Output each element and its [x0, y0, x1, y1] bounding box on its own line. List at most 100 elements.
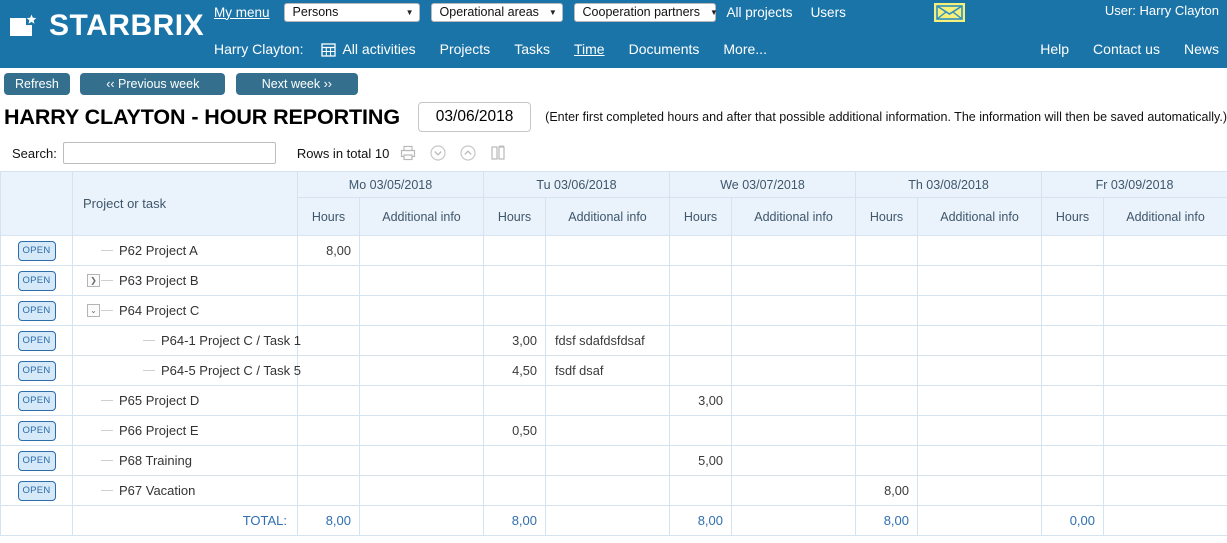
info-cell-monday[interactable]	[359, 355, 484, 386]
nav-time[interactable]: Time	[574, 41, 605, 57]
info-cell-wednesday[interactable]	[731, 475, 857, 506]
hours-cell-tuesday[interactable]	[483, 235, 546, 266]
collapse-all-icon[interactable]	[459, 144, 477, 162]
info-cell-thursday[interactable]	[917, 355, 1043, 386]
hours-cell-friday[interactable]	[1041, 415, 1105, 446]
info-cell-wednesday[interactable]	[731, 355, 857, 386]
open-button[interactable]: OPEN	[17, 480, 56, 501]
hours-cell-monday[interactable]	[297, 385, 360, 416]
nav-news[interactable]: News	[1184, 41, 1219, 57]
info-cell-wednesday[interactable]	[731, 235, 857, 266]
hours-cell-wednesday[interactable]	[669, 355, 733, 386]
hours-cell-tuesday[interactable]	[483, 265, 546, 296]
hours-cell-monday[interactable]	[297, 445, 360, 476]
hours-cell-tuesday[interactable]	[483, 475, 546, 506]
hours-cell-thursday[interactable]	[855, 445, 919, 476]
nav-help[interactable]: Help	[1040, 41, 1069, 57]
collapse-node-icon[interactable]: ⌄	[87, 304, 100, 317]
info-cell-wednesday[interactable]	[731, 445, 857, 476]
expand-node-icon[interactable]: ❯	[87, 274, 100, 287]
info-cell-friday[interactable]	[1103, 325, 1227, 356]
next-week-button[interactable]: Next week ››	[235, 73, 358, 95]
nav-all-activities[interactable]: All activities	[321, 41, 416, 57]
hours-cell-tuesday[interactable]: 0,50	[483, 415, 546, 446]
info-cell-monday[interactable]	[359, 475, 484, 506]
open-button[interactable]: OPEN	[17, 360, 56, 381]
info-cell-tuesday[interactable]	[544, 265, 671, 296]
hours-cell-thursday[interactable]	[855, 355, 919, 386]
nav-contact-us[interactable]: Contact us	[1093, 41, 1160, 57]
nav-projects[interactable]: Projects	[440, 41, 491, 57]
hours-cell-thursday[interactable]	[855, 295, 919, 326]
envelope-icon[interactable]	[933, 2, 965, 22]
project-name-label[interactable]: P68 Training	[119, 453, 192, 468]
hours-cell-thursday[interactable]	[855, 265, 919, 296]
hours-cell-wednesday[interactable]	[669, 235, 733, 266]
print-icon[interactable]	[399, 144, 417, 162]
info-cell-wednesday[interactable]	[731, 415, 857, 446]
hours-cell-monday[interactable]	[297, 475, 360, 506]
hours-cell-monday[interactable]	[297, 295, 360, 326]
info-cell-tuesday[interactable]	[544, 235, 671, 266]
info-cell-tuesday[interactable]	[544, 445, 671, 476]
project-name-label[interactable]: P64-5 Project C / Task 5	[161, 363, 301, 378]
info-cell-friday[interactable]	[1103, 415, 1227, 446]
hours-cell-friday[interactable]	[1041, 385, 1105, 416]
info-cell-tuesday[interactable]	[544, 475, 671, 506]
info-cell-monday[interactable]	[359, 445, 484, 476]
hours-cell-friday[interactable]	[1041, 295, 1105, 326]
expand-all-icon[interactable]	[429, 144, 447, 162]
info-cell-monday[interactable]	[359, 325, 484, 356]
open-button[interactable]: OPEN	[17, 270, 56, 291]
hours-cell-friday[interactable]	[1041, 325, 1105, 356]
info-cell-wednesday[interactable]	[731, 325, 857, 356]
info-cell-friday[interactable]	[1103, 475, 1227, 506]
hours-cell-thursday[interactable]	[855, 415, 919, 446]
hours-cell-monday[interactable]	[297, 415, 360, 446]
refresh-button[interactable]: Refresh	[4, 73, 70, 95]
project-name-label[interactable]: P65 Project D	[119, 393, 199, 408]
open-button[interactable]: OPEN	[17, 390, 56, 411]
hours-cell-wednesday[interactable]	[669, 265, 733, 296]
hours-cell-thursday[interactable]	[855, 385, 919, 416]
project-name-label[interactable]: P64 Project C	[119, 303, 199, 318]
hours-cell-friday[interactable]	[1041, 265, 1105, 296]
info-cell-tuesday[interactable]	[544, 295, 671, 326]
search-input[interactable]	[62, 142, 276, 164]
info-cell-thursday[interactable]	[917, 475, 1043, 506]
hours-cell-thursday[interactable]: 8,00	[855, 475, 919, 506]
project-name-label[interactable]: P62 Project A	[119, 243, 198, 258]
hours-cell-monday[interactable]	[297, 355, 360, 386]
hours-cell-friday[interactable]	[1041, 445, 1105, 476]
columns-icon[interactable]	[489, 144, 507, 162]
info-cell-friday[interactable]	[1103, 265, 1227, 296]
previous-week-button[interactable]: ‹‹ Previous week	[80, 73, 226, 95]
nav-tasks[interactable]: Tasks	[514, 41, 550, 57]
info-cell-tuesday[interactable]: fsdf dsaf	[544, 355, 671, 386]
info-cell-thursday[interactable]	[917, 265, 1043, 296]
hours-cell-tuesday[interactable]	[483, 295, 546, 326]
info-cell-friday[interactable]	[1103, 385, 1227, 416]
hours-cell-wednesday[interactable]: 3,00	[669, 385, 733, 416]
hours-cell-tuesday[interactable]	[483, 385, 546, 416]
info-cell-friday[interactable]	[1103, 355, 1227, 386]
hours-cell-wednesday[interactable]: 5,00	[669, 445, 733, 476]
info-cell-monday[interactable]	[359, 415, 484, 446]
info-cell-monday[interactable]	[359, 295, 484, 326]
open-button[interactable]: OPEN	[17, 330, 56, 351]
info-cell-wednesday[interactable]	[731, 265, 857, 296]
hours-cell-tuesday[interactable]: 3,00	[483, 325, 546, 356]
hours-cell-monday[interactable]	[297, 265, 360, 296]
info-cell-thursday[interactable]	[917, 325, 1043, 356]
open-button[interactable]: OPEN	[17, 240, 56, 261]
hours-cell-tuesday[interactable]	[483, 445, 546, 476]
hours-cell-wednesday[interactable]	[669, 325, 733, 356]
hours-cell-thursday[interactable]	[855, 235, 919, 266]
hours-cell-thursday[interactable]	[855, 325, 919, 356]
info-cell-thursday[interactable]	[917, 235, 1043, 266]
info-cell-wednesday[interactable]	[731, 295, 857, 326]
open-button[interactable]: OPEN	[17, 300, 56, 321]
info-cell-friday[interactable]	[1103, 445, 1227, 476]
week-date-input[interactable]: 03/06/2018	[417, 102, 532, 132]
brand-logo[interactable]: STARBRIX	[6, 8, 204, 44]
